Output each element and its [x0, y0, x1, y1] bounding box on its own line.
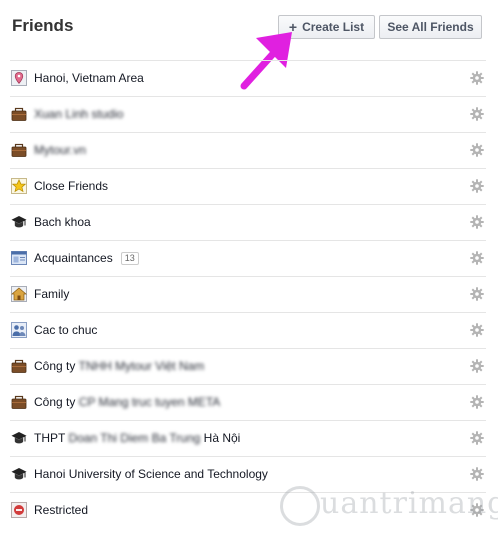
gear-icon[interactable]	[470, 431, 484, 445]
gear-icon[interactable]	[470, 323, 484, 337]
see-all-friends-button[interactable]: See All Friends	[379, 15, 482, 39]
friend-list-item[interactable]: Mytour.vn	[10, 132, 486, 168]
list-label[interactable]: Acquaintances 13	[34, 251, 139, 265]
list-label[interactable]: Hanoi University of Science and Technolo…	[34, 467, 268, 481]
briefcase-icon	[11, 395, 27, 409]
gear-icon[interactable]	[470, 71, 484, 85]
location-pin-icon	[11, 70, 27, 86]
count-badge: 13	[120, 252, 139, 265]
friend-list-item[interactable]: Acquaintances 13	[10, 240, 486, 276]
list-label-blurred: TNHH Mytour Việt Nam	[78, 359, 205, 373]
list-label[interactable]: Mytour.vn	[34, 143, 86, 157]
friend-list-item[interactable]: Bach khoa	[10, 204, 486, 240]
list-label-blurred: CP Mang truc tuyen META	[78, 395, 221, 409]
list-label[interactable]: Family	[34, 287, 69, 301]
friend-list-item[interactable]: THPT Doan Thi Diem Ba Trung Hà Nội	[10, 420, 486, 456]
list-label[interactable]: Cac to chuc	[34, 323, 97, 337]
list-label[interactable]: THPT Doan Thi Diem Ba Trung Hà Nội	[34, 431, 240, 445]
watermark: uantrimang	[280, 486, 498, 532]
create-list-label: Create List	[302, 20, 365, 34]
friend-list-item[interactable]: Công ty CP Mang truc tuyen META	[10, 384, 486, 420]
graduation-cap-icon	[11, 468, 27, 480]
friend-list-item[interactable]: Công ty TNHH Mytour Việt Nam	[10, 348, 486, 384]
list-label[interactable]: Công ty CP Mang truc tuyen META	[34, 395, 220, 409]
gear-icon[interactable]	[470, 251, 484, 265]
graduation-cap-icon	[11, 432, 27, 444]
list-label[interactable]: Bach khoa	[34, 215, 91, 229]
gear-icon[interactable]	[470, 395, 484, 409]
watermark-logo-icon	[280, 486, 320, 526]
gear-icon[interactable]	[470, 107, 484, 121]
gear-icon[interactable]	[470, 215, 484, 229]
friend-list-item[interactable]: Cac to chuc	[10, 312, 486, 348]
gear-icon[interactable]	[470, 359, 484, 373]
list-label[interactable]: Hanoi, Vietnam Area	[34, 71, 144, 85]
house-icon	[11, 286, 27, 302]
friend-list-item[interactable]: Hanoi, Vietnam Area	[10, 60, 486, 96]
list-label[interactable]: Close Friends	[34, 179, 108, 193]
briefcase-icon	[11, 107, 27, 121]
watermark-text: uantrimang	[320, 486, 498, 521]
list-label-blurred: Doan Thi Diem Ba Trung	[68, 431, 201, 445]
list-label[interactable]: Restricted	[34, 503, 88, 517]
list-label[interactable]: Công ty TNHH Mytour Việt Nam	[34, 359, 204, 373]
acquaintances-icon	[11, 251, 27, 265]
gear-icon[interactable]	[470, 287, 484, 301]
friend-lists: Hanoi, Vietnam Area Xuan Linh studio Mytou…	[0, 60, 498, 528]
graduation-cap-icon	[11, 216, 27, 228]
gear-icon[interactable]	[470, 179, 484, 193]
list-label[interactable]: Xuan Linh studio	[34, 107, 123, 121]
friend-list-item[interactable]: Xuan Linh studio	[10, 96, 486, 132]
gear-icon[interactable]	[470, 467, 484, 481]
briefcase-icon	[11, 143, 27, 157]
star-icon	[11, 178, 27, 194]
page-title: Friends	[12, 16, 74, 35]
people-icon	[11, 322, 27, 338]
restricted-icon	[11, 502, 27, 518]
gear-icon[interactable]	[470, 143, 484, 157]
friend-list-item[interactable]: Family	[10, 276, 486, 312]
friend-list-item[interactable]: Close Friends	[10, 168, 486, 204]
briefcase-icon	[11, 359, 27, 373]
